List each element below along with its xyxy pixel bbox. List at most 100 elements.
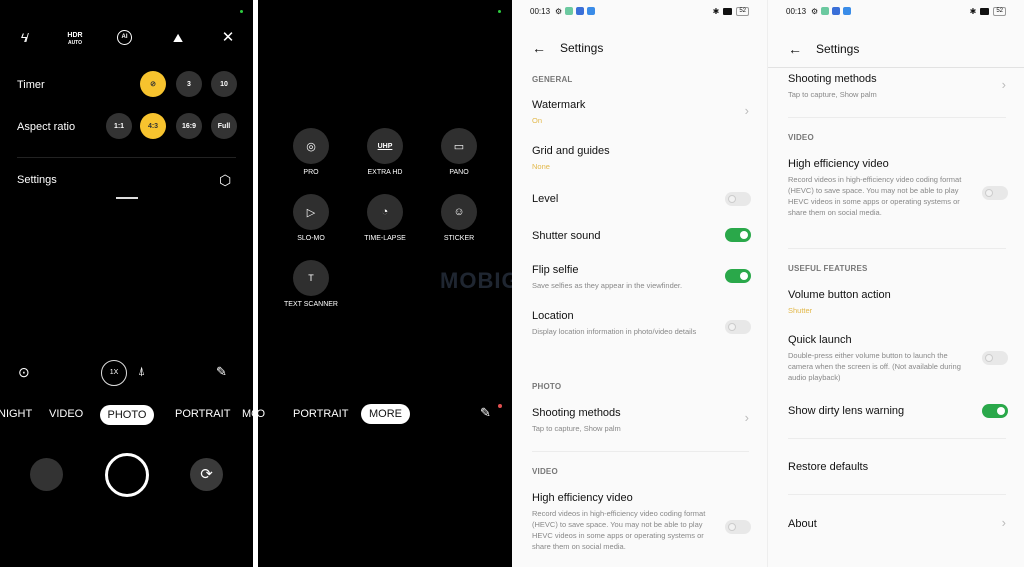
aspect-4-3-option[interactable]: 4:3	[140, 113, 166, 139]
back-arrow-icon[interactable]: ←	[788, 41, 802, 57]
settings-link[interactable]: Settings	[17, 174, 57, 186]
camera-quick-settings-panel: ϟ̸ HDR AUTO AI ⛰ ✕ Timer ⊘ 3 10 Aspect ra…	[0, 0, 253, 567]
mode-more-partial[interactable]: MO	[242, 408, 253, 420]
level-toggle[interactable]	[725, 192, 751, 206]
pro-mode-button[interactable]: ◎	[293, 128, 329, 164]
text-scanner-label: TEXT SCANNER	[284, 301, 338, 308]
app-status-icon	[821, 7, 830, 15]
timer-off-option[interactable]: ⊘	[140, 71, 166, 97]
divider	[788, 248, 1006, 249]
header-divider	[768, 67, 1024, 68]
timer-10s-option[interactable]: 10	[211, 71, 237, 97]
drag-handle[interactable]	[116, 197, 138, 199]
cast-icon	[980, 7, 990, 15]
ai-label: AI	[121, 34, 128, 40]
slo-mo-button[interactable]: ▷	[293, 194, 329, 230]
section-video: VIDEO	[788, 133, 814, 142]
zoom-button[interactable]: 1X	[101, 360, 127, 386]
gallery-thumbnail[interactable]	[30, 458, 63, 491]
timer-3s-option[interactable]: 3	[176, 71, 202, 97]
mode-portrait[interactable]: PORTRAIT	[175, 408, 230, 420]
pano-button[interactable]: ▭	[441, 128, 477, 164]
mode-portrait[interactable]: PORTRAIT	[293, 408, 348, 420]
status-bar: 00:13 ⚙ ✱ 52	[530, 5, 749, 17]
grid-guides-setting[interactable]: Grid and guides	[532, 145, 610, 157]
about-setting[interactable]: About	[788, 518, 817, 530]
edit-pencil-icon[interactable]: ✎	[480, 405, 491, 421]
hev-toggle[interactable]	[725, 520, 751, 534]
mode-night[interactable]: NIGHT	[0, 408, 32, 420]
app-status-icon	[843, 7, 852, 15]
text-scanner-icon: T	[308, 273, 314, 283]
pano-label: PANO	[449, 169, 469, 176]
text-scanner-button[interactable]: T	[293, 260, 329, 296]
flip-selfie-toggle[interactable]	[725, 269, 751, 283]
ai-button[interactable]: AI	[117, 30, 132, 45]
mode-photo-active[interactable]: PHOTO	[100, 405, 154, 425]
shooting-methods-desc: Tap to capture, Show palm	[788, 90, 877, 99]
location-toggle[interactable]	[725, 320, 751, 334]
sticker-button[interactable]: ☺	[441, 194, 477, 230]
mode-photo-partial[interactable]: TO	[258, 408, 265, 420]
aspect-ratio-label: Aspect ratio	[17, 121, 76, 133]
hev-toggle[interactable]	[982, 186, 1008, 200]
header: ← Settings	[788, 41, 859, 57]
shooting-methods-setting[interactable]: Shooting methods	[788, 73, 877, 85]
grid-guides-value: None	[532, 162, 550, 171]
extra-hd-button[interactable]: UHP	[367, 128, 403, 164]
section-useful-features: USEFUL FEATURES	[788, 264, 868, 273]
divider	[788, 494, 1006, 495]
aspect-full-option[interactable]: Full	[211, 113, 237, 139]
quick-launch-toggle[interactable]	[982, 351, 1008, 365]
status-bar: 00:13 ⚙ ✱ 52	[786, 5, 1006, 17]
privacy-dot	[240, 10, 243, 13]
gear-status-icon: ⚙	[555, 6, 563, 16]
flip-selfie-desc: Save selfies as they appear in the viewf…	[532, 281, 683, 290]
settings-gear-icon[interactable]: ⬡	[219, 172, 231, 189]
app-status-icon	[565, 7, 574, 15]
chevron-right-icon: ›	[744, 410, 749, 425]
section-video: VIDEO	[532, 467, 558, 476]
shooting-methods-setting[interactable]: Shooting methods	[532, 407, 621, 419]
close-icon[interactable]: ✕	[218, 30, 238, 46]
watermark-value: On	[532, 116, 543, 125]
timer-label: Timer	[17, 79, 45, 91]
mode-video[interactable]: VIDEO	[49, 408, 83, 420]
divider	[532, 451, 749, 452]
shutter-sound-setting: Shutter sound	[532, 230, 601, 242]
app-status-icon	[587, 7, 596, 15]
shutter-button[interactable]	[105, 453, 149, 497]
header: ← Settings	[532, 40, 603, 56]
timelapse-icon: ◔	[381, 206, 389, 218]
macro-off-icon[interactable]: ⛰	[168, 30, 188, 46]
magic-wand-icon[interactable]: ✎	[216, 364, 227, 380]
volume-button-action-setting[interactable]: Volume button action	[788, 289, 891, 301]
lens-focus-icon[interactable]: ⊙	[18, 364, 30, 381]
camera-settings-panel-bottom: 00:13 ⚙ ✱ 52 ← Settings Shooting methods …	[768, 0, 1024, 567]
back-arrow-icon[interactable]: ←	[532, 40, 546, 56]
aspect-1-1-option[interactable]: 1:1	[106, 113, 132, 139]
page-title: Settings	[560, 41, 604, 55]
clock: 00:13	[786, 6, 807, 16]
bluetooth-icon: ✱	[969, 6, 977, 16]
clock: 00:13	[530, 6, 551, 16]
tree-icon[interactable]: ⍋	[138, 364, 145, 379]
sticker-label: STICKER	[443, 235, 475, 242]
gear-status-icon: ⚙	[811, 6, 819, 16]
mode-more-active[interactable]: MORE	[361, 404, 410, 424]
hev-setting: High efficiency video	[788, 158, 889, 170]
cast-icon	[723, 7, 733, 15]
switch-camera-button[interactable]: ⟳	[190, 458, 223, 491]
aspect-16-9-option[interactable]: 16:9	[176, 113, 202, 139]
hdr-auto-button[interactable]: HDR AUTO	[65, 32, 85, 48]
uhp-icon: UHP	[377, 142, 393, 150]
flash-off-icon[interactable]: ϟ̸	[14, 30, 34, 46]
flip-selfie-setting: Flip selfie	[532, 264, 579, 276]
camera-settings-panel-top: 00:13 ⚙ ✱ 52 ← Settings GENERAL Watermark…	[512, 0, 768, 567]
time-lapse-button[interactable]: ◔	[367, 194, 403, 230]
dirty-lens-toggle[interactable]	[982, 404, 1008, 418]
watermark-setting[interactable]: Watermark	[532, 99, 585, 111]
aperture-icon: ◎	[306, 140, 316, 153]
shutter-sound-toggle[interactable]	[725, 228, 751, 242]
restore-defaults-button[interactable]: Restore defaults	[788, 461, 868, 473]
